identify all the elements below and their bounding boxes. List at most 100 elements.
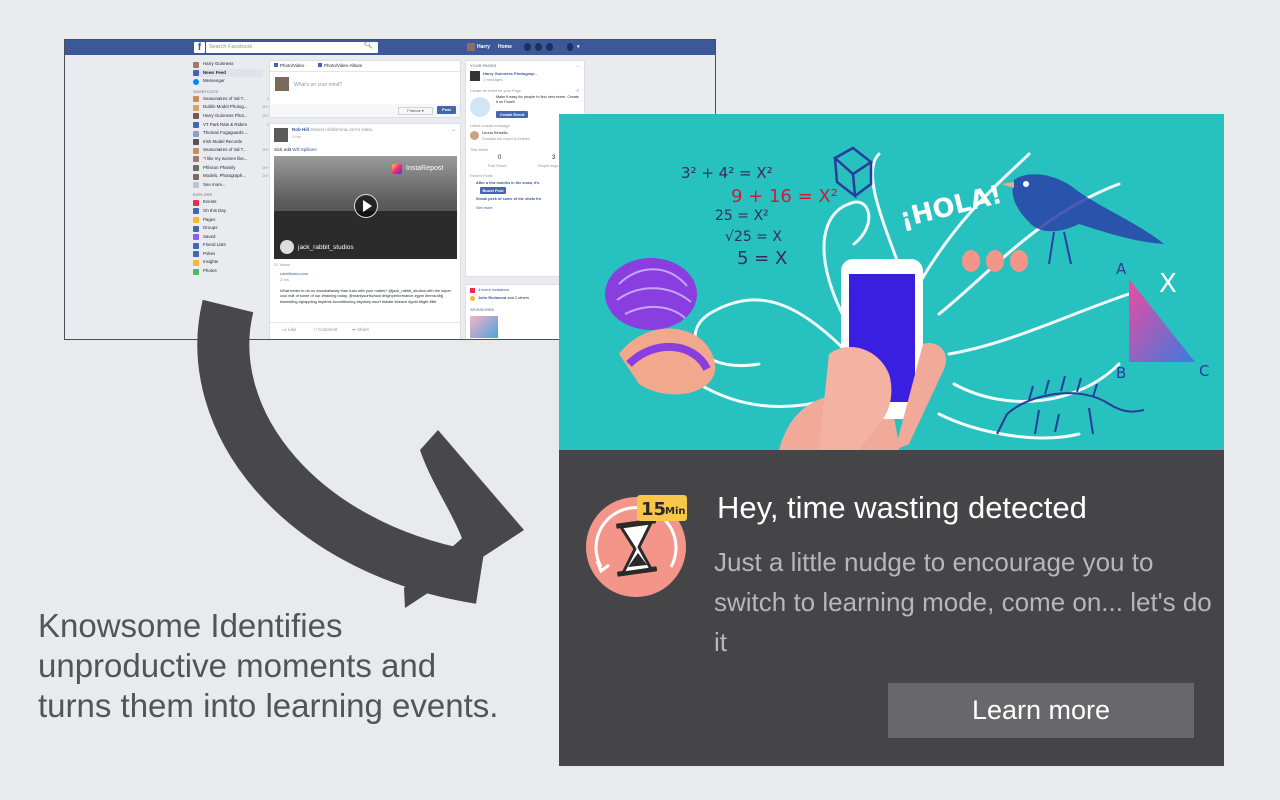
page-messages[interactable]: 2 messages — [483, 77, 502, 83]
profile-link[interactable]: Harry Guinness — [193, 60, 263, 69]
sidebar-item-count: 20+ — [262, 164, 269, 170]
close-icon[interactable]: ✕ — [576, 88, 579, 94]
link-time: 2 hrs — [280, 277, 289, 282]
sidebar-item-shortcut[interactable]: Models, Photograph... 20+ — [193, 172, 269, 181]
post-video[interactable]: InstaRepost jack_rabbit_studios — [274, 156, 457, 259]
shortcut-group-icon — [193, 96, 199, 103]
badge-minutes: 15 — [641, 499, 666, 520]
sidebar-item-label: Models, Photograph... — [203, 173, 246, 179]
sidebar-item-shortcut[interactable]: Harry Guinness Phot... 20+ — [193, 112, 269, 121]
page-avatar[interactable] — [470, 71, 480, 81]
account-menu-chevron-icon[interactable]: ▾ — [577, 43, 580, 52]
groups-icon — [193, 225, 199, 232]
sidebar-item-shortcut[interactable]: Seasonaires of Val T... 2 — [193, 95, 269, 104]
sidebar-item-explore[interactable]: Pokes — [193, 250, 263, 259]
post-author-link[interactable]: Rob Hill — [292, 127, 309, 132]
sidebar-item-explore[interactable]: Insights — [193, 258, 263, 267]
tab-photo-album[interactable]: Photo/Video Album — [318, 63, 362, 69]
timer-badge: 15 Min — [586, 495, 687, 597]
shortcut-group-icon — [193, 130, 199, 137]
post-composer: Photo/Video Photo/Video Album What's on … — [269, 60, 461, 118]
audience-selector[interactable]: Friends ▾ — [398, 107, 433, 115]
sidebar-item-explore[interactable]: Events — [193, 198, 263, 207]
sidebar-item-shortcut[interactable]: "I like my women like... — [193, 155, 263, 164]
video-floor — [274, 211, 457, 259]
sidebar-item-news-feed[interactable]: News Feed — [193, 68, 263, 78]
see-more-posts-link[interactable]: See more — [476, 205, 492, 211]
post-reach-label: Post Reach — [488, 164, 507, 168]
recent-post-2[interactable]: Sneak peek of some of the shots fro — [476, 196, 541, 202]
insights-icon — [193, 259, 199, 266]
home-link[interactable]: Home — [498, 43, 512, 52]
event-text: Make it easy for people to find next eve… — [496, 95, 579, 104]
user-name-link[interactable]: Harry — [477, 43, 490, 52]
explore-header: EXPLORE — [193, 192, 213, 198]
pokes-icon — [193, 251, 199, 258]
facebook-logo-icon[interactable]: f — [194, 42, 205, 53]
post-header: Rob Hill shared robhillmma.com's video. — [292, 127, 373, 133]
search-icon[interactable]: 🔍︎ — [364, 40, 373, 51]
post-author-avatar[interactable] — [274, 128, 288, 142]
user-avatar[interactable] — [467, 43, 475, 51]
math-line-3: 25 = X² — [715, 208, 769, 224]
feature-caption: Knowsome Identifies unproductive moments… — [38, 607, 499, 724]
math-line-5: 5 = X — [737, 248, 787, 269]
sidebar-item-shortcut[interactable]: Dublin Model Photog... 20+ — [193, 103, 269, 112]
boost-post-button[interactable]: Boost Post — [480, 187, 506, 194]
math-line-2: 9 + 16 = X² — [731, 186, 838, 207]
your-pages-header: YOUR PAGES — [470, 63, 497, 68]
shortcut-group-icon — [193, 165, 199, 172]
post-time[interactable]: 2 hrs — [292, 134, 301, 140]
math-line-1: 3² + 4² = X² — [681, 164, 773, 182]
event-invitations-link[interactable]: 4 event invitations — [478, 287, 509, 293]
facebook-search-input[interactable]: Search Facebook — [206, 42, 378, 53]
sidebar-item-shortcut[interactable]: VT Park Rats & Riders 1 — [193, 121, 269, 130]
play-button-icon[interactable] — [354, 194, 378, 218]
create-event-button[interactable]: Create Event — [496, 111, 528, 118]
post-options-chevron-icon[interactable]: ⌄ — [451, 126, 456, 133]
messages-icon[interactable] — [535, 43, 542, 51]
see-more-link[interactable]: See more... — [193, 181, 263, 190]
photos-icon — [193, 268, 199, 275]
play-triangle — [363, 200, 372, 212]
sidebar-item-explore[interactable]: Friend Lists — [193, 241, 263, 250]
sidebar-item-shortcut[interactable]: Phlsson Phamily 20+ — [193, 164, 269, 173]
shortcut-group-icon — [193, 122, 199, 129]
sidebar-item-explore[interactable]: Photos — [193, 267, 263, 276]
friend-requests-icon[interactable] — [524, 43, 531, 51]
shortcuts-list: Seasonaires of Val T... 2 Dublin Model Pho… — [193, 95, 269, 181]
composer-input[interactable]: What's on your mind? — [294, 82, 342, 88]
pages-icon — [193, 217, 199, 223]
message-preview[interactable]: Dundalk but travel to Dublin! — [482, 136, 530, 142]
sidebar-item-count: 20+ — [262, 112, 269, 118]
sidebar-item-explore[interactable]: Groups — [193, 224, 263, 233]
notifications-icon[interactable] — [546, 43, 553, 51]
recent-post-1[interactable]: After a few months in the snow, it's — [476, 180, 539, 186]
sidebar-item-explore[interactable]: Pages — [193, 216, 263, 225]
sidebar-item-label: Friend Lists — [203, 242, 226, 248]
triangle-label-x: X — [1159, 269, 1177, 299]
sidebar-item-label: Seasonaires of Val T... — [203, 95, 247, 101]
sidebar-item-count: 20+ — [262, 173, 269, 179]
caption-tag-link[interactable]: Will Spillane — [292, 147, 317, 152]
sender-avatar[interactable] — [470, 131, 479, 140]
triangle-label-c: C — [1199, 362, 1209, 380]
left-navigation: Harry Guinness News Feed Messenger SHORT… — [193, 60, 269, 276]
sidebar-item-shortcut[interactable]: Irish Model Records — [193, 138, 263, 147]
sidebar-item-shortcut[interactable]: Thomas Fogaguards ... — [193, 129, 263, 138]
facebook-top-bar: f Search Facebook 🔍︎ Harry Home ▾ — [65, 40, 715, 55]
sidebar-item-explore[interactable]: Saved — [193, 233, 263, 242]
this-week-label: This Week — [470, 148, 488, 152]
learn-more-button[interactable]: Learn more — [888, 683, 1194, 738]
post-caption: Sick edit Will Spillane — [274, 147, 317, 153]
sidebar-item-explore[interactable]: On this Day — [193, 207, 263, 216]
pages-options-chevron-icon[interactable]: ⌄ — [576, 63, 579, 69]
sidebar-item-messenger[interactable]: Messenger — [193, 77, 263, 86]
tab-label: Photo/Video — [280, 63, 305, 68]
privacy-shortcuts-icon[interactable] — [567, 43, 573, 51]
sidebar-item-label: Phlsson Phamily — [203, 164, 236, 170]
sidebar-item-shortcut[interactable]: Seasonaires of Val T... 20+ — [193, 146, 269, 155]
tab-photo-video[interactable]: Photo/Video — [274, 63, 304, 69]
chevron-down-icon — [193, 182, 199, 189]
post-button[interactable]: Post — [437, 106, 456, 114]
